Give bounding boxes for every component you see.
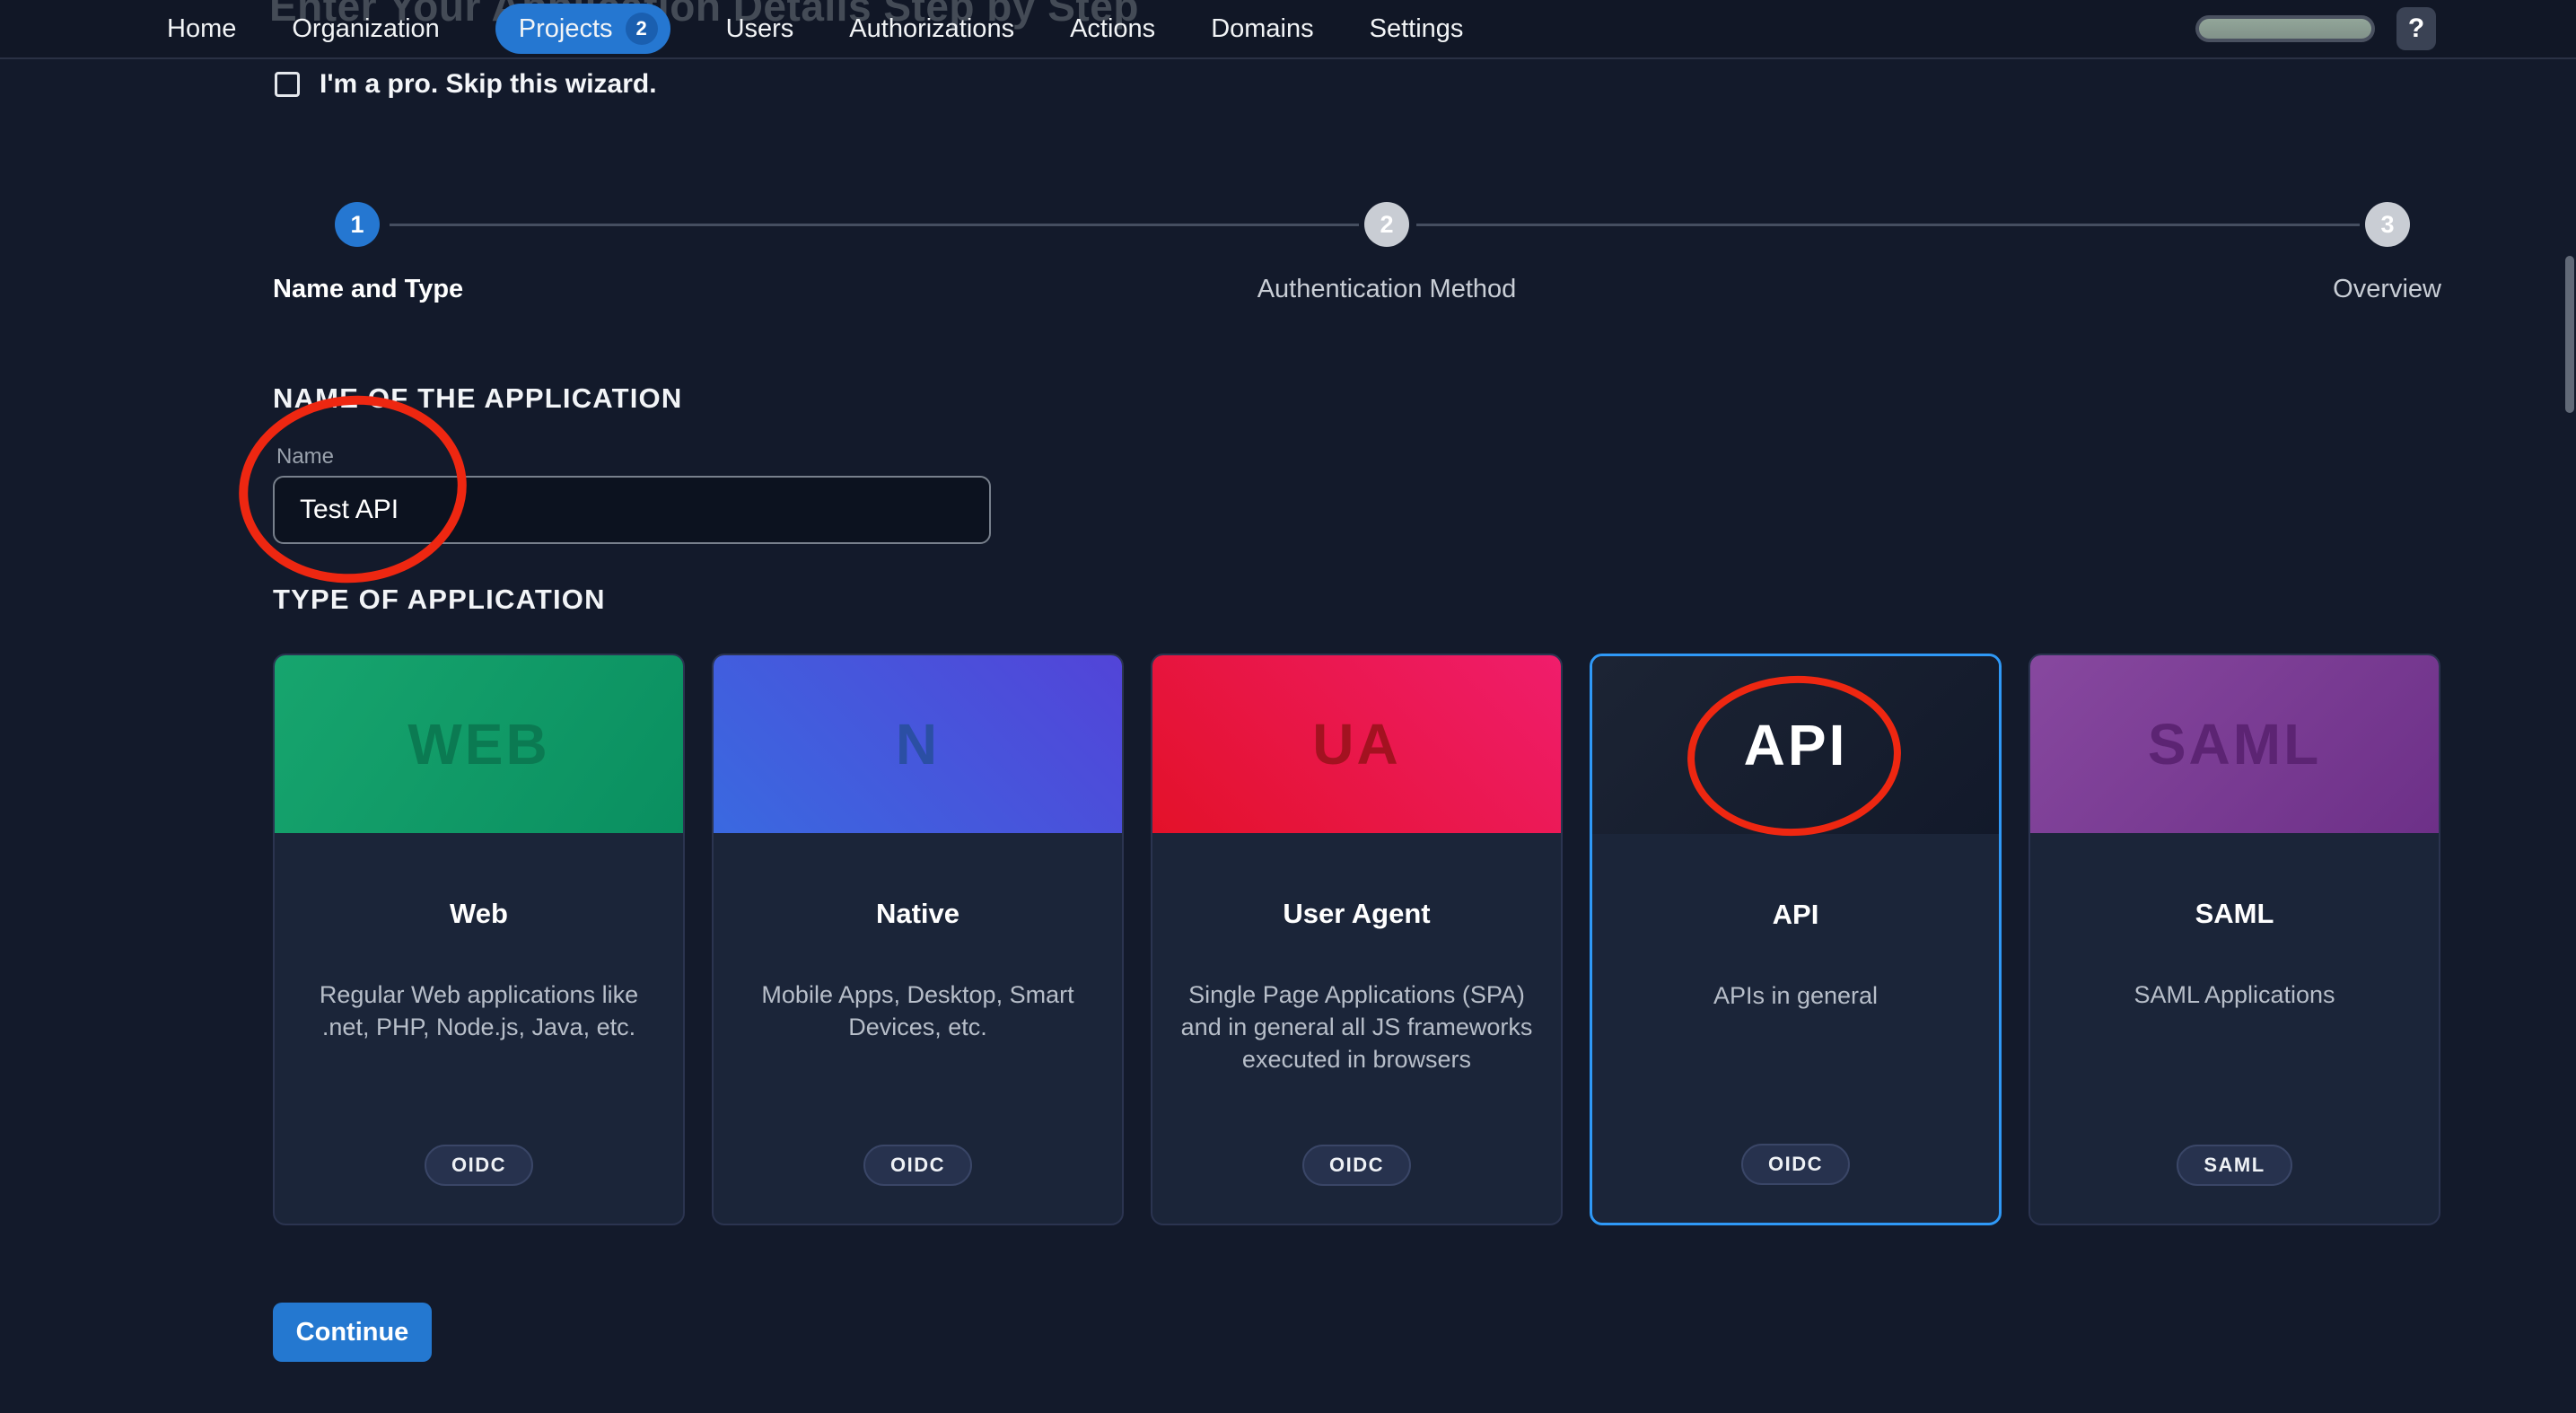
type-section-heading: TYPE OF APPLICATION [273, 584, 606, 616]
nav-item-label: Actions [1070, 14, 1155, 44]
card-watermark-web: WEB [407, 711, 549, 777]
nav-item-domains[interactable]: Domains [1211, 14, 1313, 44]
help-button[interactable]: ? [2396, 7, 2436, 50]
nav-item-home[interactable]: Home [167, 14, 236, 44]
nav-item-label: Projects [519, 14, 613, 44]
step-1-label: Name and Type [273, 275, 463, 304]
name-section-heading: NAME OF THE APPLICATION [273, 382, 682, 415]
card-description-web: Regular Web applications like .net, PHP,… [275, 979, 683, 1043]
app-type-card-web[interactable]: WEB Web Regular Web applications like .net… [273, 654, 685, 1225]
card-header-web: WEB [275, 655, 683, 833]
nav-item-label: Authorizations [849, 14, 1014, 44]
step-1-circle[interactable]: 1 [335, 202, 380, 247]
user-chip-redacted[interactable] [2195, 15, 2375, 42]
app-type-card-native[interactable]: N Native Mobile Apps, Desktop, Smart Devic… [712, 654, 1124, 1225]
nav-item-users[interactable]: Users [726, 14, 794, 44]
card-description-user-agent: Single Page Applications (SPA) and in ge… [1152, 979, 1561, 1075]
nav-item-projects[interactable]: Projects 2 [495, 4, 670, 54]
nav-right: ? [2195, 7, 2436, 50]
step-3-label: Overview [2333, 275, 2441, 304]
card-description-saml: SAML Applications [2110, 979, 2358, 1011]
card-description-native: Mobile Apps, Desktop, Smart Devices, etc… [714, 979, 1122, 1043]
card-watermark-saml: SAML [2148, 711, 2321, 777]
nav-item-organization[interactable]: Organization [292, 14, 439, 44]
card-watermark-user-agent: UA [1312, 711, 1400, 777]
scrollbar-thumb[interactable] [2565, 256, 2574, 413]
nav-item-label: Domains [1211, 14, 1313, 44]
card-header-api: API [1592, 656, 1999, 834]
application-name-input[interactable] [273, 476, 991, 544]
name-field-label: Name [276, 444, 334, 470]
step-2-circle[interactable]: 2 [1364, 202, 1409, 247]
card-title-user-agent: User Agent [1283, 898, 1430, 930]
user-chip-content [2199, 19, 2371, 39]
card-protocol-badge-native: OIDC [863, 1145, 972, 1186]
nav-item-label: Home [167, 14, 236, 44]
card-title-saml: SAML [2195, 898, 2274, 930]
card-watermark-native: N [896, 711, 940, 777]
app-type-card-saml[interactable]: SAML SAML SAML Applications SAML [2028, 654, 2440, 1225]
nav-item-label: Organization [292, 14, 439, 44]
card-header-saml: SAML [2030, 655, 2439, 833]
top-nav: Home Organization Projects 2 Users Authorizat… [0, 0, 2576, 59]
nav-item-actions[interactable]: Actions [1070, 14, 1155, 44]
card-header-native: N [714, 655, 1122, 833]
step-2-label: Authentication Method [1257, 275, 1517, 304]
card-protocol-badge-api: OIDC [1741, 1144, 1850, 1185]
skip-wizard-label: I'm a pro. Skip this wizard. [320, 69, 657, 100]
app-type-card-api[interactable]: API API APIs in general OIDC [1590, 654, 2002, 1225]
app-type-card-user-agent[interactable]: UA User Agent Single Page Applications (SP… [1151, 654, 1563, 1225]
card-protocol-badge-saml: SAML [2177, 1145, 2291, 1186]
card-title-web: Web [450, 898, 508, 930]
card-protocol-badge-web: OIDC [425, 1145, 533, 1186]
app-type-cards: WEB Web Regular Web applications like .net… [273, 654, 2441, 1225]
projects-count-badge: 2 [626, 13, 658, 45]
card-title-api: API [1773, 899, 1819, 931]
skip-wizard-row: I'm a pro. Skip this wizard. [275, 69, 657, 100]
nav-items: Home Organization Projects 2 Users Authorizat… [167, 4, 1463, 54]
nav-item-settings[interactable]: Settings [1370, 14, 1464, 44]
stepper-connector-2 [1416, 224, 2360, 226]
card-header-user-agent: UA [1152, 655, 1561, 833]
continue-button[interactable]: Continue [273, 1303, 432, 1362]
step-3-circle[interactable]: 3 [2365, 202, 2410, 247]
nav-item-label: Users [726, 14, 794, 44]
card-title-native: Native [876, 898, 959, 930]
skip-wizard-checkbox[interactable] [275, 72, 300, 97]
nav-item-label: Settings [1370, 14, 1464, 44]
card-protocol-badge-user-agent: OIDC [1302, 1145, 1411, 1186]
card-description-api: APIs in general [1690, 979, 1901, 1012]
card-watermark-api: API [1744, 712, 1848, 778]
stepper-connector-1 [390, 224, 1359, 226]
nav-item-authorizations[interactable]: Authorizations [849, 14, 1014, 44]
